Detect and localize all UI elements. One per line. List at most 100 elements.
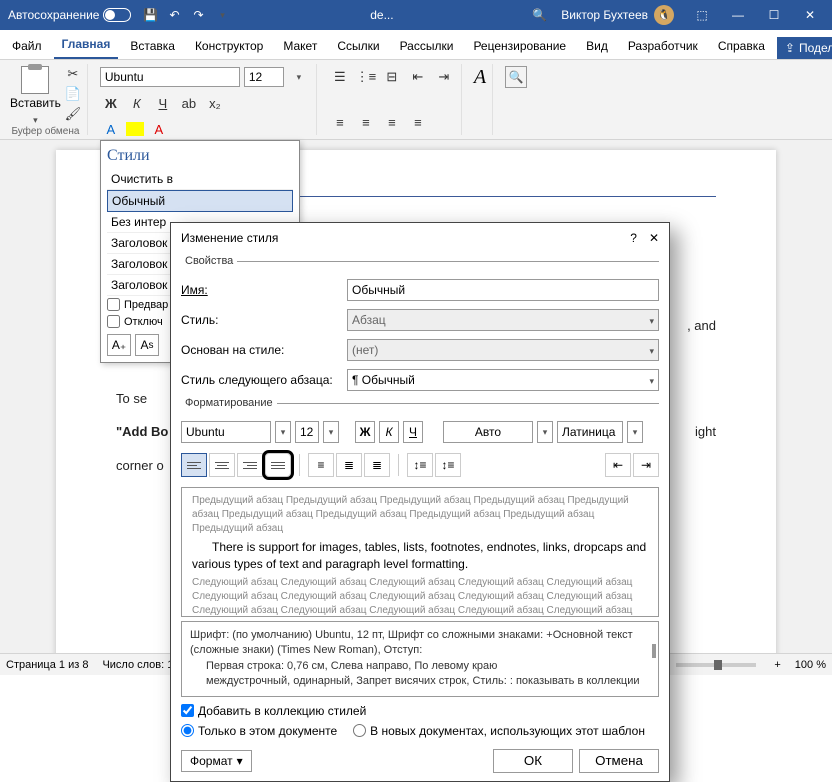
add-to-collection-checkbox[interactable]: Добавить в коллекцию стилей <box>171 701 669 721</box>
italic-button[interactable]: К <box>126 92 148 114</box>
paste-dropdown-icon[interactable] <box>33 112 38 126</box>
font-color-button[interactable]: A <box>148 118 170 140</box>
cut-icon[interactable]: ✂ <box>65 66 81 82</box>
ribbon-collapse-icon[interactable]: ⬚ <box>684 0 720 30</box>
strikethrough-button[interactable]: ab <box>178 92 200 114</box>
dlg-indent-decrease[interactable]: ⇤ <box>605 453 631 477</box>
dlg-font-name-dd[interactable] <box>275 421 291 443</box>
tab-references[interactable]: Ссылки <box>329 33 387 59</box>
align-left-button[interactable]: ≡ <box>329 111 351 133</box>
tab-developer[interactable]: Разработчик <box>620 33 706 59</box>
qat-dropdown-icon[interactable] <box>213 6 231 24</box>
dlg-align-center[interactable] <box>209 453 235 477</box>
text-effects-button[interactable]: A <box>100 118 122 140</box>
doc-text: "Add Bo <box>116 424 168 439</box>
bold-button[interactable]: Ж <box>100 92 122 114</box>
chevron-down-icon: ▾ <box>237 754 243 768</box>
dlg-font-size-dd[interactable] <box>323 421 339 443</box>
minimize-icon[interactable]: — <box>720 0 756 30</box>
numbering-button[interactable]: ⋮≡ <box>355 66 377 88</box>
dlg-font-color-dd[interactable] <box>537 421 553 443</box>
font-name-input[interactable] <box>100 67 240 87</box>
dialog-close-button[interactable]: ✕ <box>649 231 659 245</box>
dlg-align-left[interactable] <box>181 453 207 477</box>
dlg-underline[interactable]: Ч <box>403 421 423 443</box>
font-size-dropdown[interactable] <box>288 66 310 88</box>
tab-review[interactable]: Рецензирование <box>465 33 574 59</box>
new-docs-radio[interactable]: В новых документах, использующих этот ша… <box>353 724 645 738</box>
tab-constructor[interactable]: Конструктор <box>187 33 271 59</box>
zoom-in[interactable]: + <box>774 659 780 671</box>
tab-home[interactable]: Главная <box>54 31 119 59</box>
decrease-indent-button[interactable]: ⇤ <box>407 66 429 88</box>
save-icon[interactable]: 💾 <box>141 6 159 24</box>
dlg-align-justify[interactable] <box>265 453 291 477</box>
cancel-button[interactable]: Отмена <box>579 749 659 773</box>
dlg-align-right[interactable] <box>237 453 263 477</box>
style-clear[interactable]: Очистить в <box>107 169 293 190</box>
tab-layout[interactable]: Макет <box>275 33 325 59</box>
page-status[interactable]: Страница 1 из 8 <box>6 659 88 671</box>
search-icon[interactable]: 🔍 <box>532 8 547 22</box>
dialog-help-button[interactable]: ? <box>630 231 637 245</box>
user-account[interactable]: Виктор Бухтеев 🐧 <box>561 5 674 25</box>
dlg-line-spacing-1[interactable]: ≡ <box>308 453 334 477</box>
style-inspector-button[interactable]: As <box>135 334 159 356</box>
format-painter-icon[interactable]: 🖌 <box>65 106 81 122</box>
paste-button[interactable]: Вставить <box>10 66 61 126</box>
subscript-button[interactable]: x₂ <box>204 92 226 114</box>
align-center-button[interactable]: ≡ <box>355 111 377 133</box>
dlg-line-spacing-2[interactable]: ≣ <box>364 453 390 477</box>
dlg-indent-increase[interactable]: ⇥ <box>633 453 659 477</box>
close-icon[interactable]: ✕ <box>792 0 828 30</box>
dlg-space-before-up[interactable]: ↕≡ <box>407 453 433 477</box>
preview-next-text: Следующий абзац Следующий абзац Следующи… <box>192 576 648 617</box>
font-size-input[interactable] <box>244 67 284 87</box>
dlg-font-name[interactable]: Ubuntu <box>181 421 271 443</box>
tab-file[interactable]: Файл <box>4 33 50 59</box>
align-right-button[interactable]: ≡ <box>381 111 403 133</box>
style-normal[interactable]: Обычный <box>107 190 293 212</box>
styles-gallery-icon[interactable]: A <box>474 66 486 89</box>
dlg-script[interactable]: Латиница <box>557 421 623 443</box>
format-menu-button[interactable]: Формат▾ <box>181 750 252 772</box>
chevron-down-icon[interactable] <box>649 343 654 357</box>
share-button[interactable]: ⇪ Поделиться <box>777 37 832 59</box>
dlg-space-before-down[interactable]: ↕≡ <box>435 453 461 477</box>
tab-view[interactable]: Вид <box>578 33 616 59</box>
copy-icon[interactable]: 📄 <box>65 86 81 102</box>
dlg-italic[interactable]: К <box>379 421 399 443</box>
preview-sample-text: There is support for images, tables, lis… <box>192 539 648 573</box>
multilevel-button[interactable]: ⊟ <box>381 66 403 88</box>
only-this-doc-radio[interactable]: Только в этом документе <box>181 724 337 738</box>
dlg-font-color[interactable]: Авто <box>443 421 533 443</box>
tab-mailings[interactable]: Рассылки <box>392 33 462 59</box>
zoom-slider[interactable] <box>676 663 756 667</box>
based-on-field[interactable]: (нет) <box>347 339 659 361</box>
new-style-button[interactable]: A₊ <box>107 334 131 356</box>
dlg-font-size[interactable]: 12 <box>295 421 319 443</box>
bullets-button[interactable]: ☰ <box>329 66 351 88</box>
next-style-field[interactable]: ¶ Обычный <box>347 369 659 391</box>
zoom-level[interactable]: 100 % <box>795 659 826 671</box>
increase-indent-button[interactable]: ⇥ <box>433 66 455 88</box>
name-field[interactable]: Обычный <box>347 279 659 301</box>
autosave[interactable]: Автосохранение <box>8 8 131 22</box>
dlg-line-spacing-15[interactable]: ≣ <box>336 453 362 477</box>
scrollbar-thumb[interactable] <box>652 644 656 658</box>
autosave-toggle[interactable] <box>103 8 131 22</box>
tab-help[interactable]: Справка <box>710 33 773 59</box>
undo-icon[interactable]: ↶ <box>165 6 183 24</box>
ok-button[interactable]: ОК <box>493 749 573 773</box>
dlg-bold[interactable]: Ж <box>355 421 375 443</box>
redo-icon[interactable]: ↷ <box>189 6 207 24</box>
dlg-script-dd[interactable] <box>627 421 643 443</box>
highlight-button[interactable] <box>126 122 144 136</box>
tab-insert[interactable]: Вставка <box>122 33 183 59</box>
underline-button[interactable]: Ч <box>152 92 174 114</box>
find-button[interactable]: 🔍 <box>505 66 527 88</box>
justify-button[interactable]: ≡ <box>407 111 429 133</box>
chevron-down-icon[interactable] <box>649 373 654 387</box>
share-label: Поделиться <box>799 41 832 55</box>
maximize-icon[interactable]: ☐ <box>756 0 792 30</box>
